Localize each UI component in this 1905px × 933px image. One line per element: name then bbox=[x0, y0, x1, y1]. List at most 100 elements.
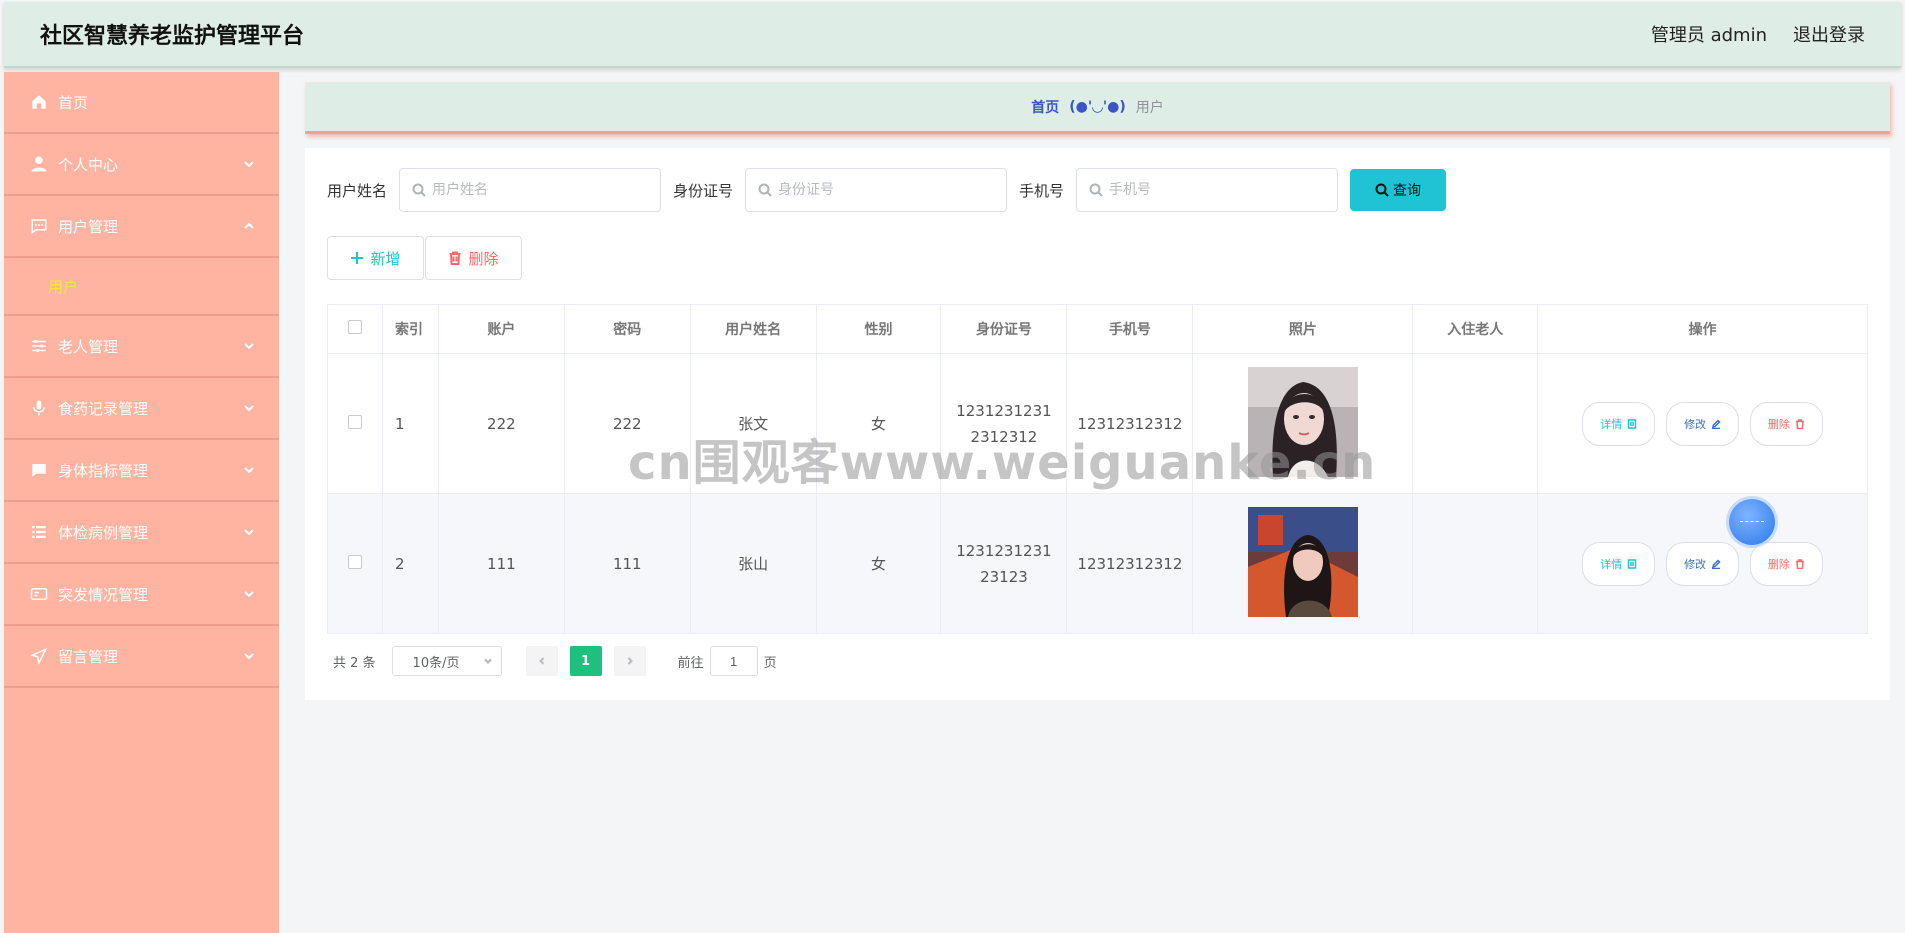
chevron-down-icon bbox=[243, 526, 255, 538]
id-card-icon bbox=[30, 585, 48, 603]
page-number-button[interactable]: 1 bbox=[569, 646, 602, 676]
sidebar-item-label: 突发情况管理 bbox=[58, 585, 149, 604]
user-photo bbox=[1247, 506, 1358, 617]
search-icon bbox=[1089, 183, 1103, 197]
id-number-search-field[interactable] bbox=[745, 168, 1008, 212]
trash-icon bbox=[1795, 558, 1804, 569]
id-number-text: 123123123123123 bbox=[956, 541, 1052, 586]
main-panel: 用户姓名 身份证号 手机号 查询 新增 删除 bbox=[305, 148, 1890, 700]
batch-delete-button[interactable]: 删除 bbox=[425, 236, 522, 280]
search-icon bbox=[412, 183, 426, 197]
pagination-total: 共 2 条 bbox=[333, 655, 376, 671]
trash-icon bbox=[1795, 418, 1804, 429]
document-icon bbox=[1628, 418, 1637, 429]
pagination: 共 2 条 10条/页 1 前往 页 bbox=[333, 646, 777, 676]
add-button-label: 新增 bbox=[370, 249, 401, 268]
cell-resident bbox=[1412, 353, 1539, 494]
username-search-field[interactable] bbox=[399, 168, 662, 212]
edit-button[interactable]: 修改 bbox=[1666, 541, 1740, 586]
row-checkbox[interactable] bbox=[347, 414, 362, 429]
sidebar-item-label: 老人管理 bbox=[58, 337, 119, 356]
cell-account: 111 bbox=[437, 493, 565, 634]
sidebar-item-label: 个人中心 bbox=[58, 155, 119, 174]
cell-resident bbox=[1412, 493, 1539, 634]
edit-button[interactable]: 修改 bbox=[1666, 401, 1740, 446]
cell-index: 2 bbox=[381, 493, 439, 634]
column-header: 密码 bbox=[563, 304, 691, 354]
breadcrumb-separator: (●'◡'●) bbox=[1069, 98, 1126, 115]
delete-button[interactable]: 删除 bbox=[1749, 401, 1823, 446]
action-bar: 新增 删除 bbox=[327, 236, 522, 280]
select-all-checkbox[interactable] bbox=[347, 320, 362, 334]
edit-button-label: 修改 bbox=[1684, 557, 1707, 571]
header-right: 管理员 admin 退出登录 bbox=[1651, 21, 1865, 47]
chevron-right-icon bbox=[627, 657, 633, 665]
plus-icon bbox=[351, 252, 364, 264]
chevron-down-icon bbox=[243, 402, 255, 414]
add-button[interactable]: 新增 bbox=[327, 236, 424, 280]
floating-assistant-button[interactable] bbox=[1729, 499, 1775, 545]
chevron-down-icon bbox=[483, 658, 492, 664]
cell-phone: 12312312312 bbox=[1066, 493, 1194, 634]
page-size-select[interactable]: 10条/页 bbox=[391, 646, 502, 676]
cell-id-number: 12312312312312312 bbox=[940, 353, 1068, 494]
select-all-cell bbox=[327, 304, 383, 354]
row-checkbox[interactable] bbox=[347, 554, 362, 569]
chevron-down-icon bbox=[243, 340, 255, 352]
edit-button-label: 修改 bbox=[1684, 417, 1707, 431]
sidebar-item-personal-center[interactable]: 个人中心 bbox=[4, 134, 279, 196]
sidebar-item-label: 用户管理 bbox=[58, 217, 119, 236]
chevron-down-icon bbox=[243, 464, 255, 476]
search-icon bbox=[1375, 183, 1389, 197]
id-number-text: 12312312312312312 bbox=[956, 401, 1052, 446]
message-icon bbox=[30, 461, 48, 479]
chevron-left-icon bbox=[538, 657, 544, 665]
chevron-down-icon bbox=[243, 650, 255, 662]
phone-search-input[interactable] bbox=[1109, 182, 1320, 198]
next-page-button[interactable] bbox=[613, 646, 646, 676]
phone-search-field[interactable] bbox=[1076, 168, 1339, 212]
column-header: 操作 bbox=[1537, 304, 1868, 354]
breadcrumb: 首页 (●'◡'●) 用户 bbox=[305, 82, 1890, 134]
sidebar-item-home[interactable]: 首页 bbox=[4, 72, 279, 134]
sidebar-item-emergency-management[interactable]: 突发情况管理 bbox=[4, 564, 279, 626]
column-header: 手机号 bbox=[1066, 304, 1194, 354]
id-number-search-input[interactable] bbox=[778, 182, 989, 198]
page-size-value: 10条/页 bbox=[412, 655, 460, 671]
table-row: 2 111 111 张山 女 123123123123123 123123123… bbox=[327, 493, 1868, 634]
detail-button[interactable]: 详情 bbox=[1582, 401, 1656, 446]
column-header: 账户 bbox=[437, 304, 565, 354]
top-header: 社区智慧养老监护管理平台 管理员 admin 退出登录 bbox=[4, 2, 1901, 68]
column-header: 照片 bbox=[1192, 304, 1414, 354]
cell-name: 张山 bbox=[689, 493, 817, 634]
sidebar-item-messages[interactable]: 留言管理 bbox=[4, 626, 279, 688]
sidebar-subitem-users[interactable]: 用户 bbox=[4, 258, 279, 316]
username-search-input[interactable] bbox=[432, 182, 643, 198]
sidebar-item-medical-records[interactable]: 体检病例管理 bbox=[4, 502, 279, 564]
query-button[interactable]: 查询 bbox=[1350, 169, 1447, 211]
batch-delete-button-label: 删除 bbox=[468, 249, 499, 268]
prev-page-button[interactable] bbox=[525, 646, 558, 676]
detail-button-label: 详情 bbox=[1600, 557, 1623, 571]
delete-button[interactable]: 删除 bbox=[1749, 541, 1823, 586]
detail-button[interactable]: 详情 bbox=[1582, 541, 1656, 586]
query-button-label: 查询 bbox=[1393, 183, 1422, 199]
row-select-cell bbox=[327, 353, 383, 494]
logout-button[interactable]: 退出登录 bbox=[1793, 21, 1865, 47]
sidebar-item-label: 食药记录管理 bbox=[58, 399, 149, 418]
sidebar-item-food-medicine-records[interactable]: 食药记录管理 bbox=[4, 378, 279, 440]
app-title: 社区智慧养老监护管理平台 bbox=[40, 24, 305, 49]
breadcrumb-home-link[interactable]: 首页 bbox=[1031, 97, 1059, 117]
chevron-up-icon bbox=[243, 220, 255, 232]
sidebar-item-user-management[interactable]: 用户管理 bbox=[4, 196, 279, 258]
document-icon bbox=[1628, 558, 1637, 569]
chevron-down-icon bbox=[243, 588, 255, 600]
cell-id-number: 123123123123123 bbox=[940, 493, 1068, 634]
user-icon bbox=[30, 155, 48, 173]
goto-page-input[interactable] bbox=[709, 646, 758, 676]
edit-icon bbox=[1712, 418, 1721, 429]
cell-gender: 女 bbox=[815, 493, 942, 634]
sidebar-item-body-metrics[interactable]: 身体指标管理 bbox=[4, 440, 279, 502]
sidebar-item-elderly-management[interactable]: 老人管理 bbox=[4, 316, 279, 378]
cell-name: 张文 bbox=[689, 353, 817, 494]
